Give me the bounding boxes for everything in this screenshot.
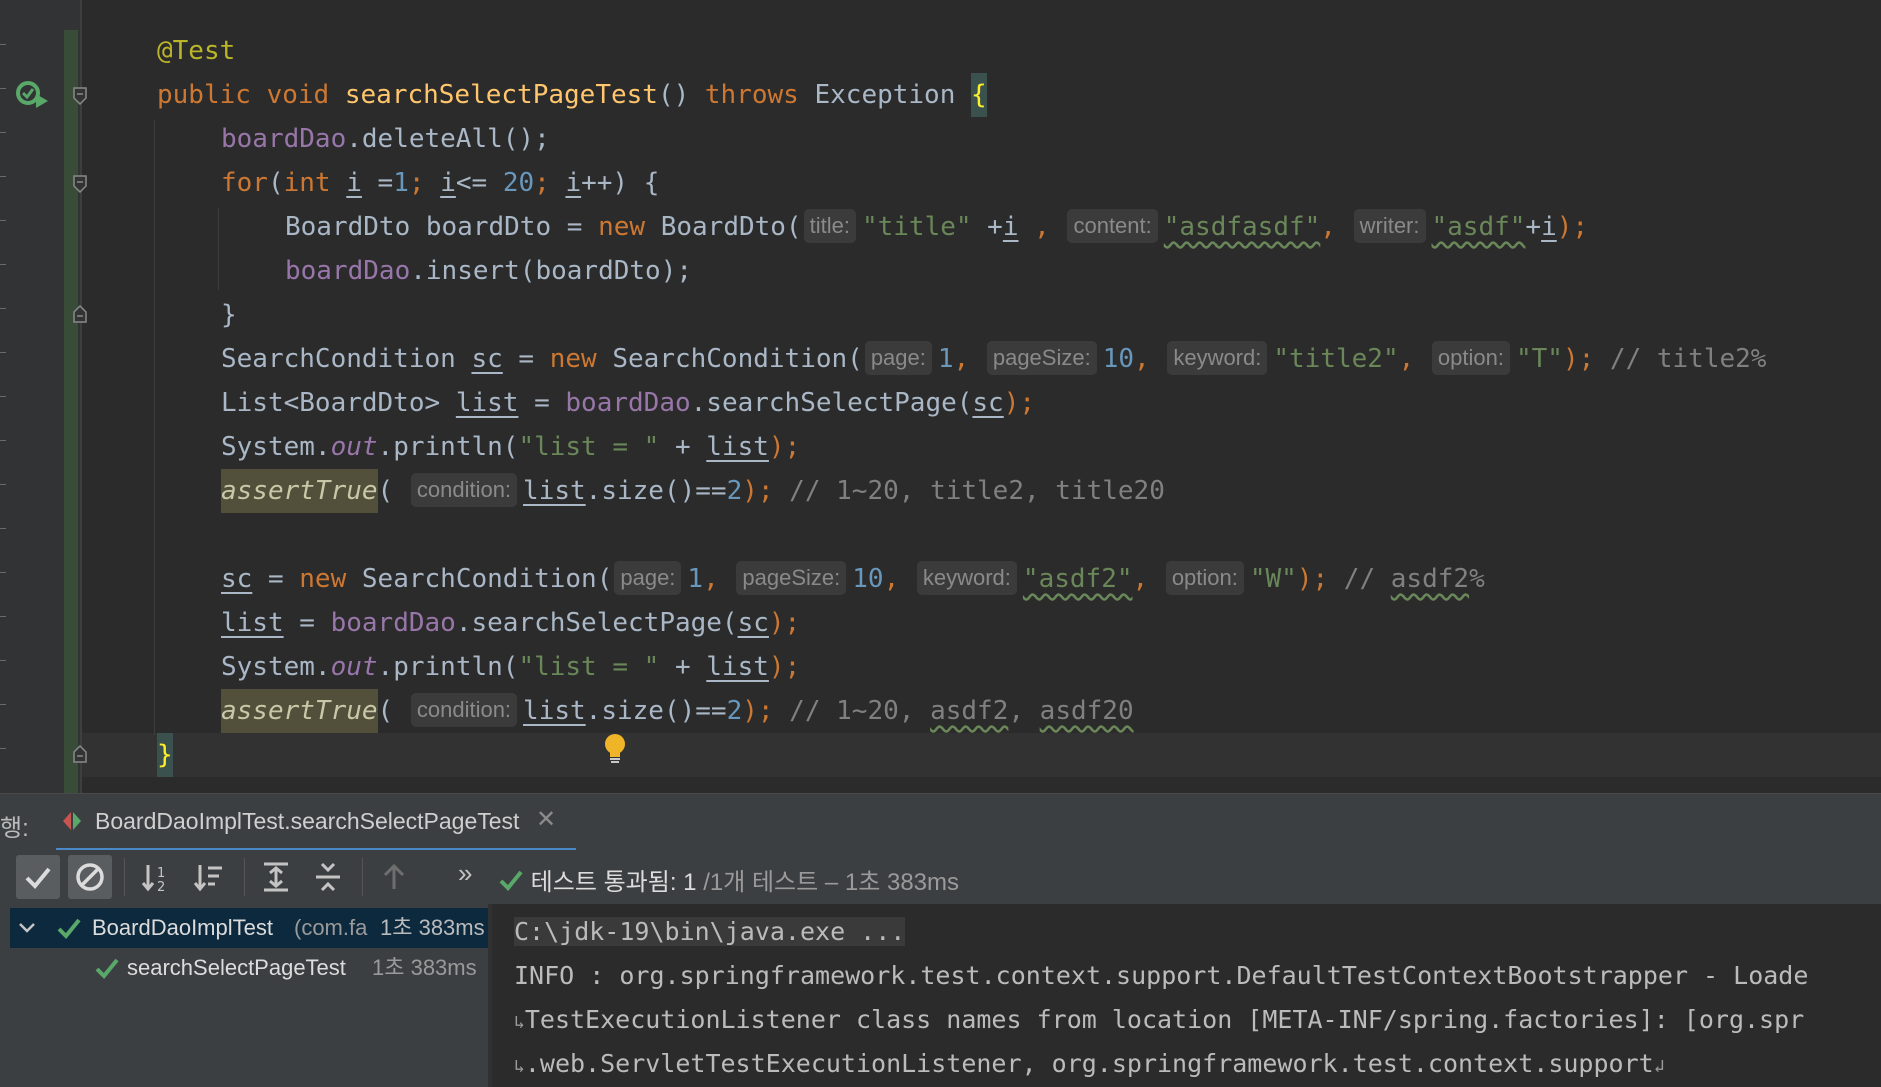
code-line-annotation: @Test	[157, 36, 236, 66]
wrap-icon: ↳	[514, 1012, 525, 1033]
test-method-time: 1초 383ms	[372, 955, 477, 980]
more-icon[interactable]: »	[458, 858, 472, 889]
console-line: ↳TestExecutionListener class names from …	[514, 1005, 1805, 1034]
test-results-tree: BoardDaoImplTest (com.fa 1초 383ms search…	[0, 904, 488, 1087]
console-line: INFO : org.springframework.test.context.…	[514, 961, 1809, 990]
sort-alpha-icon[interactable]: 1 2	[136, 855, 180, 899]
console-line: C:\jdk-19\bin\java.exe ...	[514, 912, 906, 952]
vcs-change-marker	[64, 30, 78, 793]
test-method-name: searchSelectPageTest	[127, 955, 346, 980]
code-line-for-loop: for(int i =1; i<= 20; i++) {	[221, 168, 660, 198]
console-command[interactable]: C:\jdk-19\bin\java.exe ...	[514, 917, 906, 946]
wrap-icon: ↳	[514, 1056, 525, 1077]
param-hint: condition:	[410, 473, 518, 507]
test-runner-toolbar: 1 2 » 테스트 통과됨: 1 /1개 테스트 – 1초 383ms	[0, 850, 1881, 904]
collapse-all-icon[interactable]	[306, 855, 350, 899]
code-line-delete-all: boardDao.deleteAll();	[221, 124, 550, 154]
code-line-assert-1: assertTrue( condition: list.size()==2); /…	[221, 469, 1165, 513]
param-hint: pageSize:	[986, 341, 1097, 375]
code-line-println-2: System.out.println("list = " + list);	[221, 652, 801, 682]
run-label: 행:	[0, 815, 29, 842]
expand-all-icon[interactable]	[254, 855, 298, 899]
status-total-text: /1개 테스트 – 1초 383ms	[703, 869, 960, 896]
code-line-println-1: System.out.println("list = " + list);	[221, 432, 801, 462]
code-line-close-method: }	[157, 733, 173, 777]
fold-end-icon[interactable]	[72, 305, 88, 323]
check-icon	[95, 958, 119, 979]
test-class-name: BoardDaoImplTest	[92, 915, 273, 940]
code-line-list-1: List<BoardDto> list = boardDao.searchSel…	[221, 388, 1036, 418]
tree-node-test-class[interactable]: BoardDaoImplTest (com.fa 1초 383ms	[10, 908, 488, 948]
up-arrow-icon[interactable]	[372, 855, 416, 899]
code-line-assert-2: assertTrue( condition: list.size()==2); /…	[221, 689, 1134, 733]
fold-icon[interactable]	[72, 87, 88, 105]
sort-duration-icon[interactable]	[188, 855, 232, 899]
code-editor[interactable]: @Test public void searchSelectPageTest()…	[0, 0, 1881, 793]
run-tool-window-header: 행: BoardDaoImplTest.searchSelectPageTest…	[0, 793, 1881, 852]
show-passed-toggle[interactable]	[16, 855, 60, 899]
check-icon	[57, 918, 81, 939]
show-ignored-toggle[interactable]	[68, 855, 112, 899]
param-hint: title:	[803, 209, 856, 243]
test-class-icon	[63, 812, 81, 830]
run-tab-label: BoardDaoImplTest.searchSelectPageTest	[95, 808, 520, 834]
chevron-down-icon[interactable]	[18, 920, 36, 936]
param-hint: option:	[1165, 561, 1244, 595]
code-line-insert: boardDao.insert(boardDto);	[285, 256, 692, 286]
param-hint: pageSize:	[736, 561, 847, 595]
code-line-close-for: }	[221, 300, 237, 330]
tree-node-test-method[interactable]: searchSelectPageTest 1초 383ms	[10, 948, 488, 988]
fold-end-icon[interactable]	[72, 745, 88, 763]
svg-text:1: 1	[157, 866, 165, 881]
ide-window: @Test public void searchSelectPageTest()…	[0, 0, 1881, 1087]
tab-run-configuration[interactable]: BoardDaoImplTest.searchSelectPageTest ✕	[56, 794, 576, 852]
test-class-time: 1초 383ms	[380, 915, 485, 940]
param-hint: keyword:	[1167, 341, 1268, 375]
param-hint: page:	[614, 561, 682, 595]
test-status: 테스트 통과됨: 1 /1개 테스트 – 1초 383ms	[498, 862, 959, 897]
param-hint: writer:	[1353, 209, 1426, 243]
param-hint: keyword:	[916, 561, 1017, 595]
svg-text:2: 2	[157, 880, 165, 895]
check-icon	[499, 870, 523, 891]
code-line-method-declaration: public void searchSelectPageTest() throw…	[157, 73, 987, 117]
code-line-list-2: list = boardDao.searchSelectPage(sc);	[221, 608, 801, 638]
code-line-search-condition-2: sc = new SearchCondition(page: 1, pageSiz…	[221, 557, 1485, 601]
lightbulb-icon[interactable]	[602, 732, 628, 766]
fold-icon[interactable]	[72, 175, 88, 193]
status-passed-text: 테스트 통과됨: 1	[530, 869, 697, 896]
indent-guide	[218, 208, 219, 290]
code-line-new-board-dto: BoardDto boardDto = new BoardDto(title: "…	[285, 205, 1588, 249]
param-hint: option:	[1431, 341, 1510, 375]
console-output[interactable]: C:\jdk-19\bin\java.exe ... INFO : org.sp…	[492, 904, 1881, 1087]
indent-guide	[154, 120, 155, 735]
close-icon[interactable]: ✕	[536, 805, 556, 834]
param-hint: page:	[864, 341, 932, 375]
wrap-icon: ↲	[1653, 1056, 1665, 1077]
param-hint: content:	[1067, 209, 1158, 243]
param-hint: condition:	[410, 693, 518, 727]
current-line-highlight	[82, 733, 1881, 777]
code-line-search-condition-1: SearchCondition sc = new SearchCondition…	[221, 337, 1766, 381]
test-class-package: (com.fa	[294, 915, 368, 940]
gutter-separator	[80, 0, 82, 793]
run-test-icon[interactable]	[16, 80, 50, 110]
console-line: ↳.web.ServletTestExecutionListener, org.…	[514, 1049, 1665, 1078]
